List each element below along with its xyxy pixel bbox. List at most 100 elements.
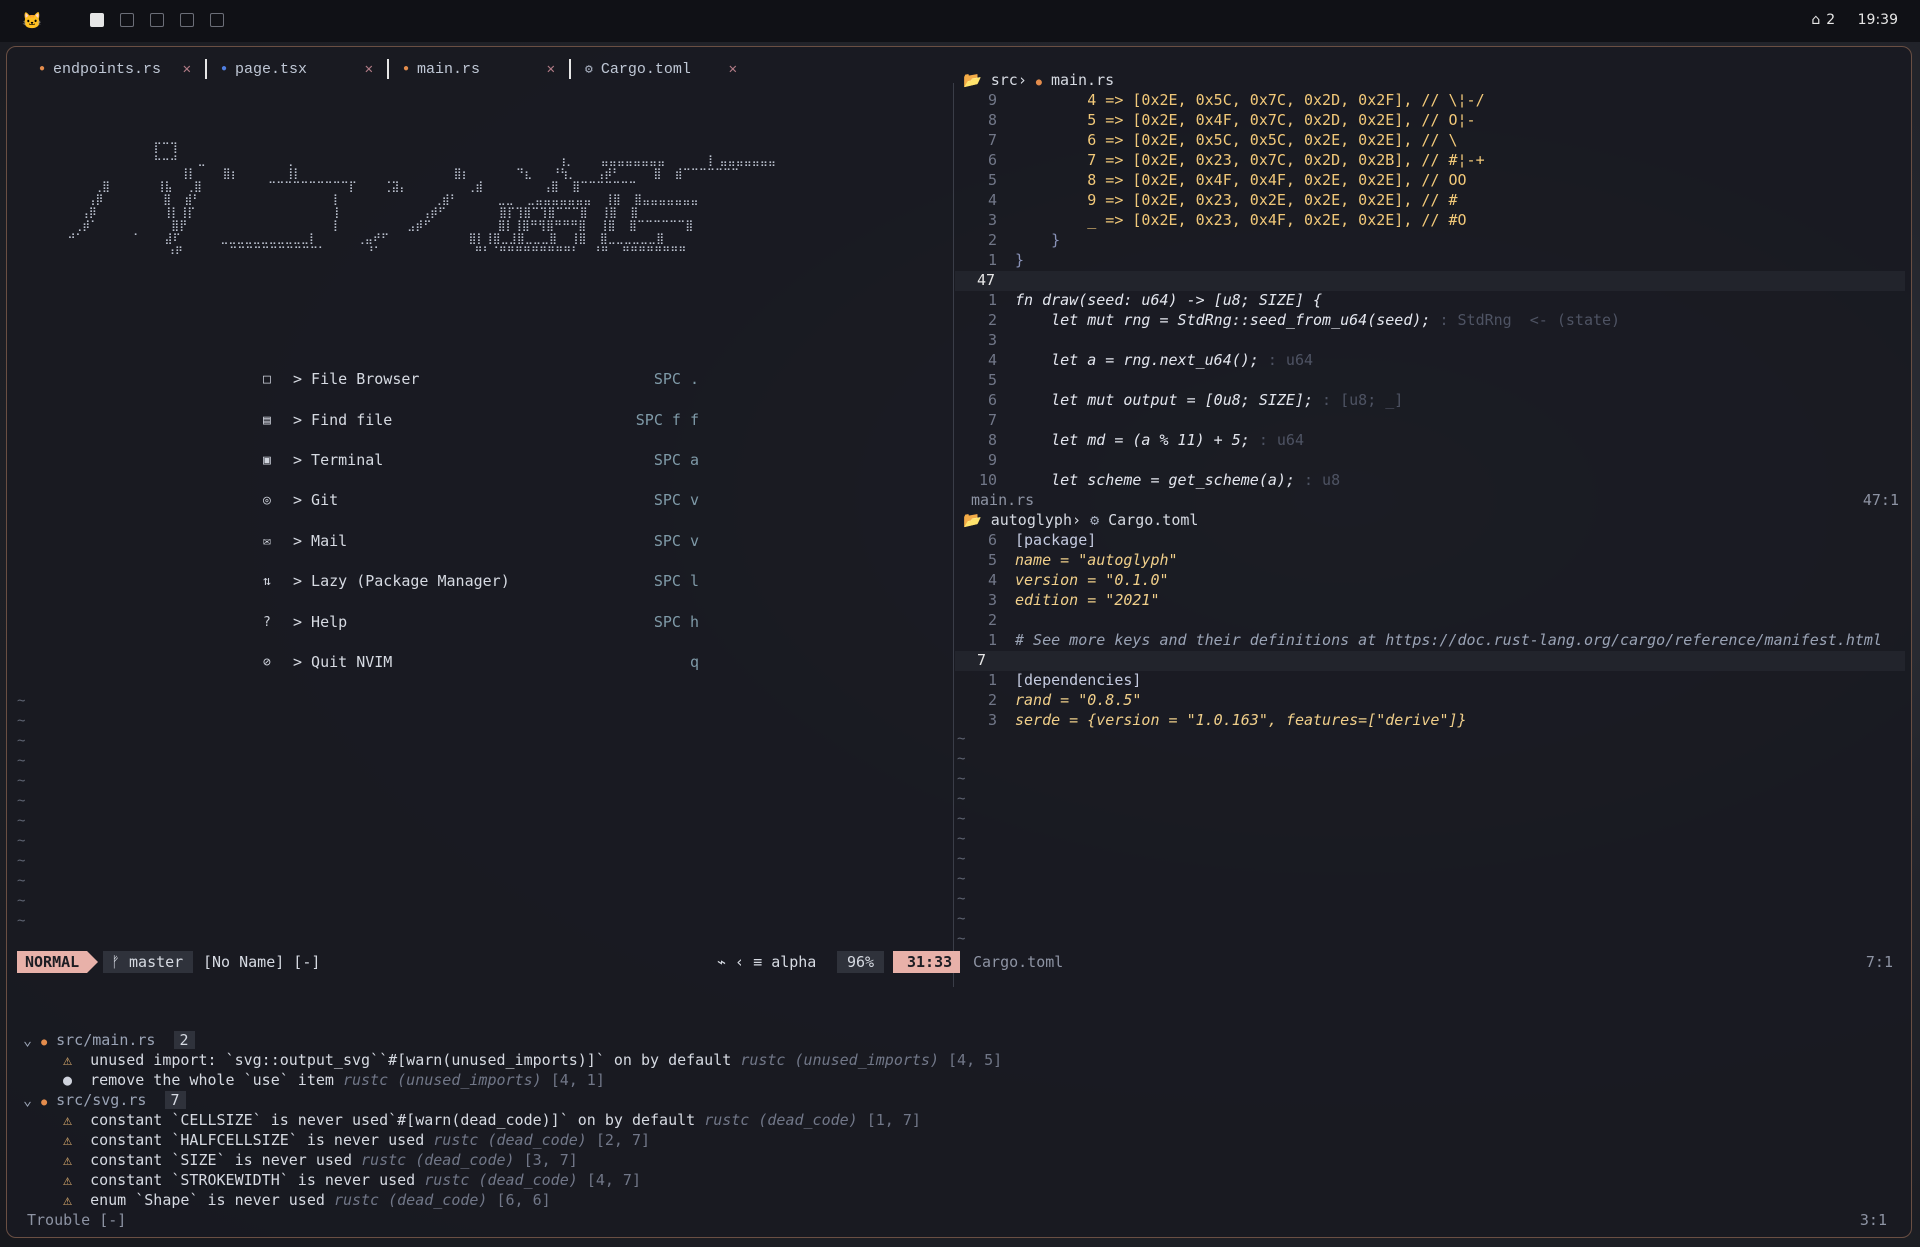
warning-icon: ⚠	[63, 1111, 73, 1129]
line-number: 6	[987, 531, 997, 549]
tab-page-tsx[interactable]: ● page.tsx ✕	[207, 57, 387, 81]
diagnostic-item[interactable]: ● remove the whole `use` item rustc (unu…	[63, 1071, 605, 1089]
gear-icon: ⚙	[585, 61, 593, 77]
code-line[interactable]: [dependencies]	[1015, 671, 1141, 689]
close-icon[interactable]: ✕	[183, 61, 191, 78]
menu-terminal[interactable]: ▣ > Terminal SPC a	[263, 449, 699, 471]
breadcrumb-main-rs[interactable]: 📂 src› ● main.rs	[963, 71, 1114, 89]
code-line[interactable]: 7 => [0x2E, 0x23, 0x7C, 0x2D, 0x2B], // …	[1015, 151, 1484, 169]
menu-help[interactable]: ? > Help SPC h	[263, 611, 699, 633]
code-line[interactable]: serde = {version = "1.0.163", features=[…	[1015, 711, 1467, 729]
code-line[interactable]: [package]	[1015, 531, 1096, 549]
warning-icon: ⚠	[63, 1051, 73, 1069]
diagnostic-item[interactable]: ⚠ constant `SIZE` is never used rustc (d…	[63, 1151, 578, 1169]
line-number: 8	[987, 431, 997, 449]
menu-quit[interactable]: ⊘ > Quit NVIM q	[263, 651, 699, 673]
code-line[interactable]: fn draw(seed: u64) -> [u8; SIZE] {	[1015, 291, 1322, 309]
diagnostic-item[interactable]: ⚠ constant `CELLSIZE` is never used`#[wa…	[63, 1111, 921, 1129]
inlay-hint: : u64	[1249, 431, 1304, 449]
menu-find-file[interactable]: ▤ > Find file SPC f f	[263, 409, 699, 431]
code-line[interactable]: _ => [0x2E, 0x23, 0x4F, 0x2E, 0x2E], // …	[1015, 211, 1466, 229]
code-line[interactable]: rand = "0.8.5"	[1015, 691, 1141, 709]
diagnostic-location: [4, 1]	[550, 1071, 605, 1089]
diagnostic-source: rustc (dead_code)	[704, 1111, 858, 1129]
empty-line-marker: ~	[957, 871, 966, 887]
empty-line-marker: ~	[17, 693, 26, 709]
menu-shortcut: q	[689, 653, 699, 671]
quit-icon: ⊘	[263, 654, 271, 670]
code-line[interactable]: 8 => [0x2E, 0x4F, 0x4F, 0x2E, 0x2E], // …	[1015, 171, 1466, 189]
diagnostic-item[interactable]: ⚠ unused import: `svg::output_svg``#[war…	[63, 1051, 1002, 1069]
code-line[interactable]: 6 => [0x2E, 0x5C, 0x5C, 0x2E, 0x2E], // …	[1015, 131, 1457, 149]
diagnostic-item[interactable]: ⚠ constant `STROKEWIDTH` is never used r…	[63, 1171, 641, 1189]
diagnostic-group-header[interactable]: ⌄ ● src/svg.rs 7	[23, 1091, 186, 1109]
tab-cargo-toml[interactable]: ⚙ Cargo.toml ✕	[571, 57, 751, 81]
breadcrumb-file: main.rs	[1050, 71, 1115, 89]
code-line[interactable]: 9 => [0x2E, 0x23, 0x2E, 0x2E, 0x2E], // …	[1015, 191, 1457, 209]
distro-logo-icon[interactable]: 🐱	[22, 11, 42, 30]
diagnostic-location: [4, 7]	[586, 1171, 641, 1189]
tab-main-rs[interactable]: ● main.rs ✕	[389, 57, 569, 81]
menu-mail[interactable]: ✉ > Mail SPC v	[263, 530, 699, 552]
code-line[interactable]: }	[1015, 231, 1060, 249]
empty-line-marker: ~	[17, 713, 26, 729]
workspace-4-button[interactable]	[180, 13, 194, 27]
menu-shortcut: SPC v	[653, 532, 699, 550]
group-count: 7	[164, 1091, 186, 1109]
menu-file-browser[interactable]: □ > File Browser SPC .	[263, 368, 699, 390]
menu-git[interactable]: ◎ > Git SPC v	[263, 489, 699, 511]
breadcrumb-cargo-toml[interactable]: 📂 autoglyph› ⚙ Cargo.toml	[963, 511, 1198, 529]
empty-line-marker: ~	[17, 733, 26, 749]
diagnostic-item[interactable]: ⚠ constant `HALFCELLSIZE` is never used …	[63, 1131, 650, 1149]
code-line[interactable]: version = "0.1.0"	[1015, 571, 1169, 589]
cursor-line-highlight	[955, 271, 1905, 291]
empty-line-marker: ~	[957, 931, 966, 947]
line-number: 8	[987, 111, 997, 129]
code-line[interactable]: let mut rng = StdRng::seed_from_u64(seed…	[1015, 311, 1620, 329]
line-number: 6	[987, 391, 997, 409]
code-text: let mut output = [0u8; SIZE];	[1015, 391, 1314, 409]
code-line[interactable]: 4 => [0x2E, 0x5C, 0x7C, 0x2D, 0x2F], // …	[1015, 91, 1484, 109]
close-icon[interactable]: ✕	[729, 61, 737, 78]
code-line[interactable]: let scheme = get_scheme(a); : u8	[1015, 471, 1340, 489]
git-branch[interactable]: ᚠ master	[103, 951, 194, 973]
close-icon[interactable]: ✕	[547, 61, 555, 78]
help-icon: ?	[263, 614, 271, 630]
code-line[interactable]: edition = "2021"	[1015, 591, 1160, 609]
diagnostic-group-header[interactable]: ⌄ ● src/main.rs 2	[23, 1031, 195, 1049]
editor-right-pane: 📂 src› ● main.rs 9 4 => [0x2E, 0x5C, 0x7…	[955, 67, 1911, 987]
group-file: src/main.rs	[56, 1031, 156, 1049]
workspace-3-button[interactable]	[150, 13, 164, 27]
line-number: 3	[987, 211, 997, 229]
tab-endpoints-rs[interactable]: ● endpoints.rs ✕	[25, 57, 205, 81]
code-line[interactable]: name = "autoglyph"	[1015, 551, 1178, 569]
system-top-bar: 🐱 ⌂ 2 19:39	[0, 0, 1920, 42]
warning-icon: ⚠	[63, 1131, 73, 1149]
code-line[interactable]: let md = (a % 11) + 5; : u64	[1015, 431, 1304, 449]
cursor-line-highlight	[955, 651, 1905, 671]
close-icon[interactable]: ✕	[365, 61, 373, 78]
empty-line-marker: ~	[17, 833, 26, 849]
code-line[interactable]: let mut output = [0u8; SIZE]; : [u8; _]	[1015, 391, 1403, 409]
line-number: 6	[987, 151, 997, 169]
code-line[interactable]: 5 => [0x2E, 0x4F, 0x7C, 0x2D, 0x2E], // …	[1015, 111, 1475, 129]
workspace-2-button[interactable]	[120, 13, 134, 27]
folder-icon: □	[263, 371, 271, 387]
menu-label: > Git	[293, 491, 339, 509]
code-text: let scheme = get_scheme(a);	[1015, 471, 1295, 489]
code-comment-line[interactable]: # See more keys and their definitions at…	[1015, 631, 1882, 649]
workspace-1-button[interactable]	[90, 13, 104, 27]
notification-icon[interactable]: ⌂	[1811, 12, 1820, 28]
line-number: 3	[987, 711, 997, 729]
diagnostic-location: [2, 7]	[595, 1131, 651, 1149]
diagnostic-message: constant `HALFCELLSIZE` is never used	[90, 1131, 425, 1149]
workspace-5-button[interactable]	[210, 13, 224, 27]
menu-lazy[interactable]: ⇅ > Lazy (Package Manager) SPC l	[263, 570, 699, 592]
mode-indicator: NORMAL	[17, 951, 99, 973]
code-line[interactable]: let a = rng.next_u64(); : u64	[1015, 351, 1313, 369]
vertical-split-divider[interactable]	[953, 83, 954, 987]
diagnostic-item[interactable]: ⚠ enum `Shape` is never used rustc (dead…	[63, 1191, 551, 1209]
dashboard-pane: ⡏⠉⢹ ⠓⠒⠚ ⣀ ⢀ ⢰⡀ ⣤⣤⣤⣤⣤⣤⣤⣤ ⢸ ⣤⣤⣤⣤⣤⣤⣤ ⢸⡇ ⣿⡆ …	[7, 83, 953, 983]
menu-label: > Mail	[293, 532, 348, 550]
code-line[interactable]: }	[1015, 251, 1024, 269]
